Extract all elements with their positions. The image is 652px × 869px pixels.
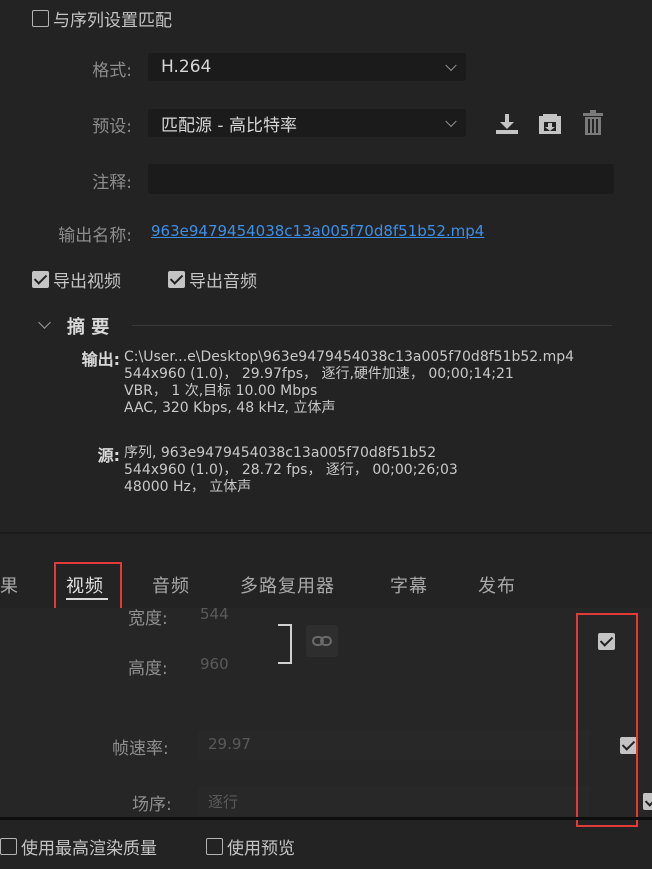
use-preview-label: 使用预览 — [227, 839, 295, 859]
chevron-down-icon — [445, 59, 457, 72]
tab-captions[interactable]: 字幕 — [390, 572, 428, 598]
use-preview-option[interactable]: 使用预览 — [206, 834, 295, 859]
tab-multiplexer[interactable]: 多路复用器 — [240, 572, 335, 598]
tab-publish[interactable]: 发布 — [478, 572, 516, 598]
format-dropdown[interactable]: H.264 — [148, 53, 466, 81]
width-label: 宽度: — [128, 609, 168, 629]
preset-dropdown[interactable]: 匹配源 - 高比特率 — [148, 109, 466, 137]
summary-source-line: 48000 Hz， 立体声 — [124, 479, 252, 495]
summary-divider — [132, 325, 612, 326]
summary-output-line: 544x960 (1.0)， 29.97fps， 逐行,硬件加速， 00;00;… — [124, 366, 514, 382]
chevron-down-icon — [445, 115, 457, 128]
save-preset-icon[interactable] — [536, 112, 564, 136]
summary-output-line: C:\User...e\Desktop\963e9479454038c13a00… — [124, 349, 575, 365]
field-order-value: 逐行 — [208, 793, 239, 811]
summary-source-line: 544x960 (1.0)， 28.72 fps， 逐行， 00;00;26;0… — [124, 462, 458, 478]
field-order-label: 场序: — [132, 795, 172, 815]
highlight-match-checkboxes — [576, 613, 638, 827]
output-name-link[interactable]: 963e9479454038c13a005f70d8f51b52.mp4 — [151, 222, 484, 240]
max-render-quality-label: 使用最高渲染质量 — [21, 839, 157, 859]
export-video-option[interactable]: 导出视频 — [32, 267, 121, 292]
summary-title: 摘 要 — [67, 317, 110, 338]
match-sequence-label: 与序列设置匹配 — [53, 11, 172, 31]
framerate-label: 帧速率: — [112, 739, 169, 759]
export-audio-option[interactable]: 导出音频 — [168, 267, 257, 292]
preset-label: 预设: — [92, 117, 132, 137]
max-render-quality-checkbox[interactable] — [0, 838, 17, 855]
summary-source-label: 源: — [97, 446, 120, 465]
width-value[interactable]: 544 — [200, 605, 229, 623]
summary-output-label: 输出: — [81, 350, 120, 369]
output-name-label: 输出名称: — [58, 226, 132, 246]
field-order-dropdown[interactable]: 逐行 — [198, 786, 590, 816]
field-order-match-checkbox[interactable] — [642, 792, 652, 810]
format-label: 格式: — [92, 61, 132, 81]
framerate-value: 29.97 — [208, 735, 251, 753]
tab-audio[interactable]: 音频 — [152, 572, 190, 598]
delete-preset-icon[interactable] — [582, 110, 604, 136]
import-preset-icon[interactable] — [494, 112, 520, 136]
link-aspect-icon[interactable] — [306, 625, 338, 657]
match-sequence-checkbox[interactable] — [32, 10, 49, 27]
match-sequence-settings[interactable]: 与序列设置匹配 — [32, 6, 172, 31]
summary-source-block: 序列, 963e9479454038c13a005f70d8f51b52 544… — [124, 445, 644, 496]
aspect-bracket — [278, 624, 292, 664]
comment-label: 注释: — [92, 173, 132, 193]
summary-source-line: 序列, 963e9479454038c13a005f70d8f51b52 — [124, 445, 437, 461]
summary-output-line: VBR， 1 次,目标 10.00 Mbps — [124, 383, 318, 399]
section-divider — [0, 532, 652, 534]
framerate-dropdown[interactable]: 29.97 — [198, 730, 590, 760]
summary-output-line: AAC, 320 Kbps, 48 kHz, 立体声 — [124, 400, 336, 416]
bottom-divider — [0, 817, 652, 820]
export-audio-label: 导出音频 — [189, 272, 257, 292]
export-video-label: 导出视频 — [53, 272, 121, 292]
format-value: H.264 — [161, 57, 212, 77]
preset-value: 匹配源 - 高比特率 — [161, 115, 297, 136]
use-preview-checkbox[interactable] — [206, 838, 223, 855]
comment-input[interactable] — [148, 164, 614, 194]
collapse-chevron-icon[interactable] — [38, 316, 51, 329]
export-video-checkbox[interactable] — [32, 271, 49, 288]
height-label: 高度: — [128, 659, 168, 679]
export-audio-checkbox[interactable] — [168, 271, 185, 288]
max-render-quality-option[interactable]: 使用最高渲染质量 — [0, 834, 157, 859]
tab-effects[interactable]: 果 — [0, 572, 19, 598]
summary-output-block: C:\User...e\Desktop\963e9479454038c13a00… — [124, 349, 644, 417]
height-value[interactable]: 960 — [200, 655, 229, 673]
